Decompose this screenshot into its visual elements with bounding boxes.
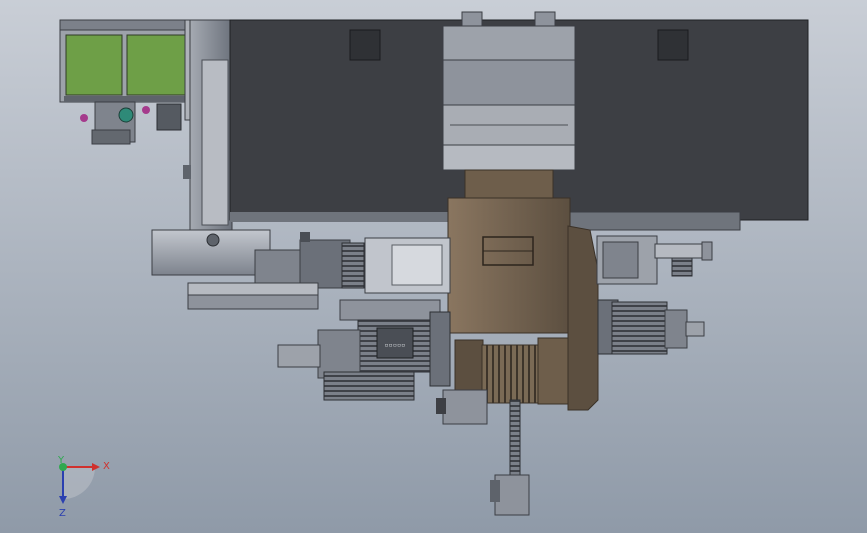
fitting-magenta-right [142, 106, 150, 114]
pulley [341, 242, 365, 289]
shaft-bolt [206, 233, 220, 247]
assembly-drawing: ▫▫▫▫▫ X Y Z [0, 0, 867, 533]
cad-viewport[interactable]: ▫▫▫▫▫ X Y Z [0, 0, 867, 533]
frame-column [183, 19, 233, 231]
z-axis-label: Z [59, 508, 66, 519]
control-panel-screen-right [126, 34, 186, 96]
control-panel-screen-left [65, 34, 123, 96]
fitting-teal [118, 107, 134, 123]
x-axis-label: X [103, 461, 110, 472]
carriage-block [442, 11, 576, 171]
motor-nameplate: ▫▫▫▫▫ [384, 341, 405, 349]
y-axis-label: Y [57, 455, 65, 466]
fitting-magenta-left [80, 114, 88, 122]
